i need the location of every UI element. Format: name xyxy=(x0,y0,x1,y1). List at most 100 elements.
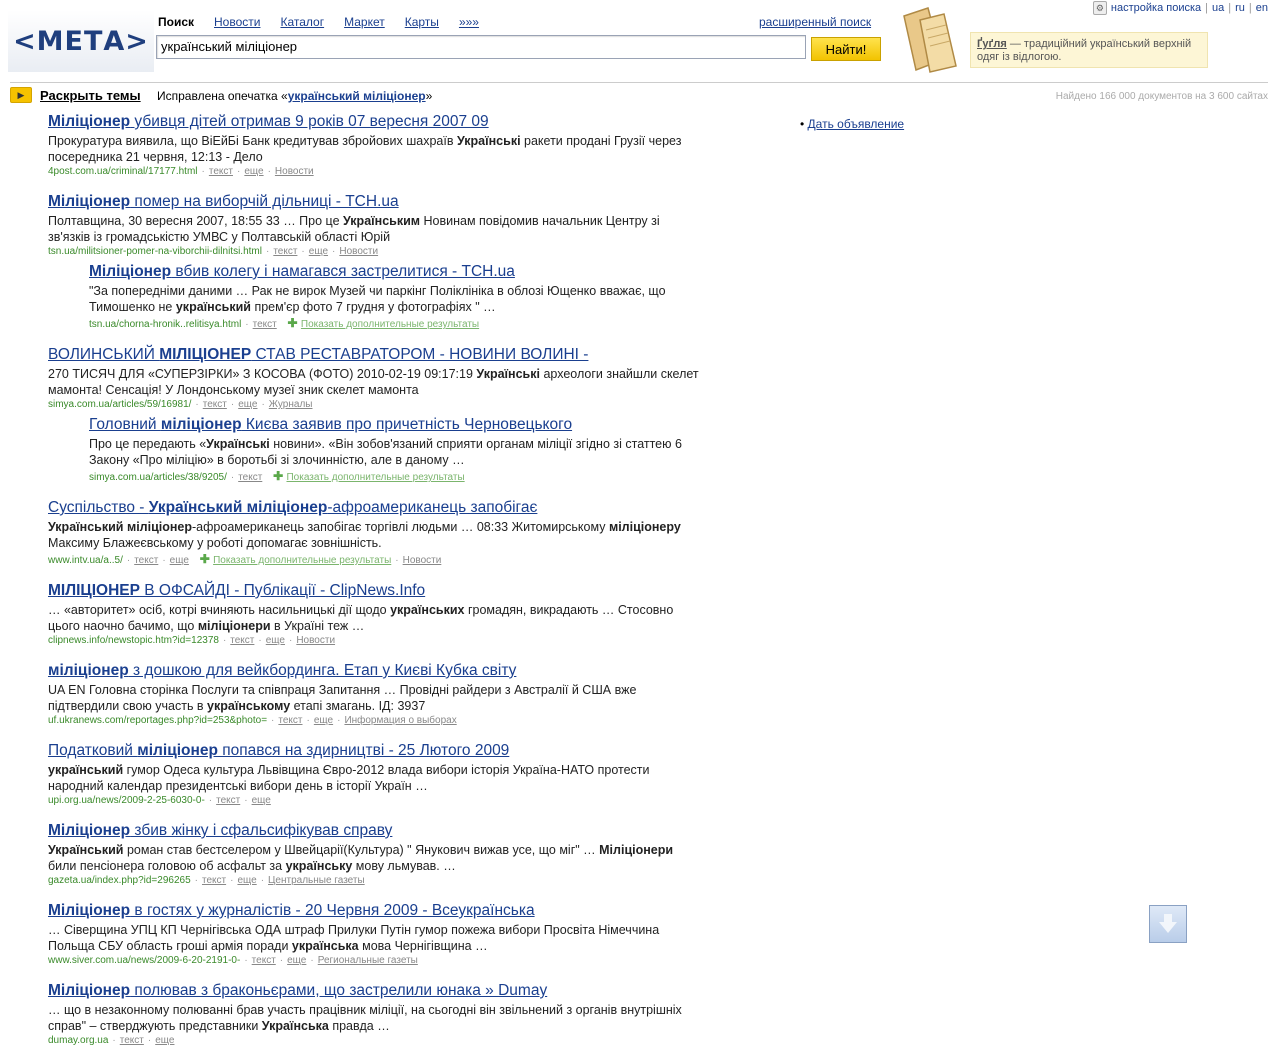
result-url-line: clipnews.info/newstopic.htm?id=12378 · тек… xyxy=(48,635,336,646)
corrected-query-link[interactable]: український міліціонер xyxy=(288,89,426,103)
more-results-link[interactable]: Показать дополнительные результаты xyxy=(213,555,391,566)
result-action-link[interactable]: еще xyxy=(155,1035,174,1046)
snippet-highlight: українська xyxy=(291,939,359,953)
result-item: Міліціонер в гостях у журналістів - 20 Ч… xyxy=(48,902,700,966)
snippet-highlight: українському xyxy=(207,699,291,713)
result-action-link[interactable]: еще xyxy=(266,635,285,646)
result-url: www.siver.com.ua/news/2009-6-20-2191-0- xyxy=(48,955,241,966)
result-action-link[interactable]: еще xyxy=(238,399,257,410)
nav-item-search[interactable]: Поиск xyxy=(158,15,194,29)
result-url-line: tsn.ua/chorna-hronik..relitisya.html · тек… xyxy=(89,316,480,330)
result-action-link[interactable]: текст xyxy=(120,1035,144,1046)
lang-ru[interactable]: ru xyxy=(1235,2,1245,14)
result-url: uf.ukranews.com/reportages.php?id=253&ph… xyxy=(48,715,268,726)
result-action-link[interactable]: еще xyxy=(252,795,271,806)
expand-themes-icon[interactable]: ▶ xyxy=(10,87,32,103)
expand-themes-link[interactable]: Раскрыть темы xyxy=(40,88,141,103)
result-action-link[interactable]: Новости xyxy=(296,635,335,646)
result-title-link[interactable]: Суспільство - Український міліціонер-афр… xyxy=(48,499,700,517)
result-action-link[interactable]: Новости xyxy=(403,555,442,566)
result-action-link[interactable]: еще xyxy=(170,555,189,566)
result-url: upi.org.ua/news/2009-2-25-6030-0- xyxy=(48,795,205,806)
nav-item-maps[interactable]: Карты xyxy=(405,15,439,29)
result-title-link[interactable]: Головний міліціонер Києва заявив про при… xyxy=(89,416,700,434)
result-url-line: simya.com.ua/articles/59/16981/· текст · ещ… xyxy=(48,399,313,410)
result-item: Міліціонер збив жінку і сфальсифікував с… xyxy=(48,822,700,886)
result-url: clipnews.info/newstopic.htm?id=12378 xyxy=(48,635,219,646)
result-action-link[interactable]: текст xyxy=(216,795,240,806)
result-action-link[interactable]: текст xyxy=(238,472,262,483)
result-action-link[interactable]: еще xyxy=(244,166,263,177)
result-title-link[interactable]: Міліціонер полював з браконьєрами, що за… xyxy=(48,982,700,1000)
result-action-link[interactable]: Новости xyxy=(339,246,378,257)
lang-en[interactable]: en xyxy=(1256,2,1268,14)
result-action-link[interactable]: Информация о выборах xyxy=(344,715,456,726)
gear-icon[interactable]: ⚙ xyxy=(1092,1,1107,15)
search-input[interactable]: український міліціонер xyxy=(156,35,806,59)
result-action-link[interactable]: еще xyxy=(314,715,333,726)
result-url-line: gazeta.ua/index.php?id=296265 · текст · еще ·… xyxy=(48,875,365,886)
result-item: Головний міліціонер Києва заявив про при… xyxy=(89,416,700,483)
result-url-line: dumay.org.ua · текст · еще xyxy=(48,1035,175,1046)
advanced-search-link[interactable]: расширенный поиск xyxy=(759,15,871,29)
result-snippet: Полтавщина, 30 вересня 2007, 18:55 33 … … xyxy=(48,214,660,244)
nav-item-market[interactable]: Маркет xyxy=(344,15,385,29)
result-title-link[interactable]: Міліціонер в гостях у журналістів - 20 Ч… xyxy=(48,902,700,920)
nav-item-catalog[interactable]: Каталог xyxy=(280,15,324,29)
result-title-link[interactable]: ВОЛИНСЬКИЙ МІЛІЦІОНЕР СТАВ РЕСТАВРАТОРОМ… xyxy=(48,346,700,364)
result-action-link[interactable]: текст xyxy=(273,246,297,257)
snippet-highlight: Міліціонери xyxy=(599,843,674,857)
snippet-highlight: Українським xyxy=(343,214,421,228)
search-button[interactable]: Найти! xyxy=(811,37,881,61)
results-count: Найдено 166 000 документов на 3 600 сайт… xyxy=(1055,91,1268,102)
result-action-link[interactable]: текст xyxy=(278,715,302,726)
tip-term[interactable]: Ґуґля xyxy=(977,38,1007,50)
logo-text: <МЕТА> xyxy=(13,25,149,57)
result-url: simya.com.ua/articles/38/9205/ xyxy=(89,472,227,483)
result-action-link[interactable]: текст xyxy=(252,955,276,966)
result-title-link[interactable]: Податковий міліціонер попався на здирниц… xyxy=(48,742,700,760)
scroll-down-button[interactable] xyxy=(1149,905,1187,943)
result-action-link[interactable]: еще xyxy=(287,955,306,966)
nav-item-more[interactable]: »»» xyxy=(459,15,479,29)
result-action-link[interactable]: еще xyxy=(309,246,328,257)
result-action-link[interactable]: текст xyxy=(253,319,277,330)
result-snippet: Про це передають «Українські новини». «В… xyxy=(89,437,682,467)
result-item: Суспільство - Український міліціонер-афр… xyxy=(48,499,700,566)
result-action-link[interactable]: текст xyxy=(203,399,227,410)
place-ad-link[interactable]: Дать объявление xyxy=(808,117,905,131)
result-url-line: 4post.com.ua/criminal/17177.html · текст · е… xyxy=(48,166,314,177)
result-action-link[interactable]: текст xyxy=(209,166,233,177)
result-title-link[interactable]: Міліціонер вбив колегу і намагався застр… xyxy=(89,263,700,281)
search-settings-link[interactable]: настройка поиска xyxy=(1111,2,1201,14)
result-url-line: upi.org.ua/news/2009-2-25-6030-0- · текст ·… xyxy=(48,795,271,806)
result-action-link[interactable]: Новости xyxy=(275,166,314,177)
result-title-link[interactable]: Міліціонер убивця дітей отримав 9 років … xyxy=(48,113,700,131)
result-action-link[interactable]: Региональные газеты xyxy=(318,955,418,966)
more-results-link[interactable]: Показать дополнительные результаты xyxy=(301,319,479,330)
result-action-link[interactable]: еще xyxy=(237,875,256,886)
result-action-link[interactable]: Журналы xyxy=(269,399,313,410)
result-title-highlight: Міліціонер xyxy=(89,263,172,280)
more-results-link[interactable]: Показать дополнительные результаты xyxy=(286,472,464,483)
result-title-link[interactable]: МІЛІЦІОНЕР В ОФСАЙДІ - Публікації - Clip… xyxy=(48,582,700,600)
result-action-link[interactable]: текст xyxy=(230,635,254,646)
snippet-highlight: міліціонери xyxy=(197,619,271,633)
result-item: Міліціонер убивця дітей отримав 9 років … xyxy=(48,113,700,177)
result-title-link[interactable]: Міліціонер збив жінку і сфальсифікував с… xyxy=(48,822,700,840)
header-divider xyxy=(10,82,1268,83)
result-snippet: … що в незаконному полюванні брав участь… xyxy=(48,1003,682,1033)
snippet-highlight: українську xyxy=(285,859,353,873)
nav-item-news[interactable]: Новости xyxy=(214,15,260,29)
lang-ua[interactable]: ua xyxy=(1212,2,1224,14)
meta-logo[interactable]: <МЕТА> xyxy=(8,10,154,72)
result-item: Міліціонер вбив колегу і намагався застр… xyxy=(89,263,700,330)
snippet-highlight: український xyxy=(175,300,251,314)
result-action-link[interactable]: текст xyxy=(202,875,226,886)
result-title-link[interactable]: Міліціонер помер на виборчій дільниці - … xyxy=(48,193,700,211)
result-action-link[interactable]: Центральные газеты xyxy=(268,875,365,886)
result-url-line: tsn.ua/militsioner-pomer-na-viborchii-di… xyxy=(48,246,379,257)
result-action-link[interactable]: текст xyxy=(134,555,158,566)
result-url: gazeta.ua/index.php?id=296265 xyxy=(48,875,191,886)
result-title-link[interactable]: міліціонер з дошкою для вейкбординга. Ет… xyxy=(48,662,700,680)
